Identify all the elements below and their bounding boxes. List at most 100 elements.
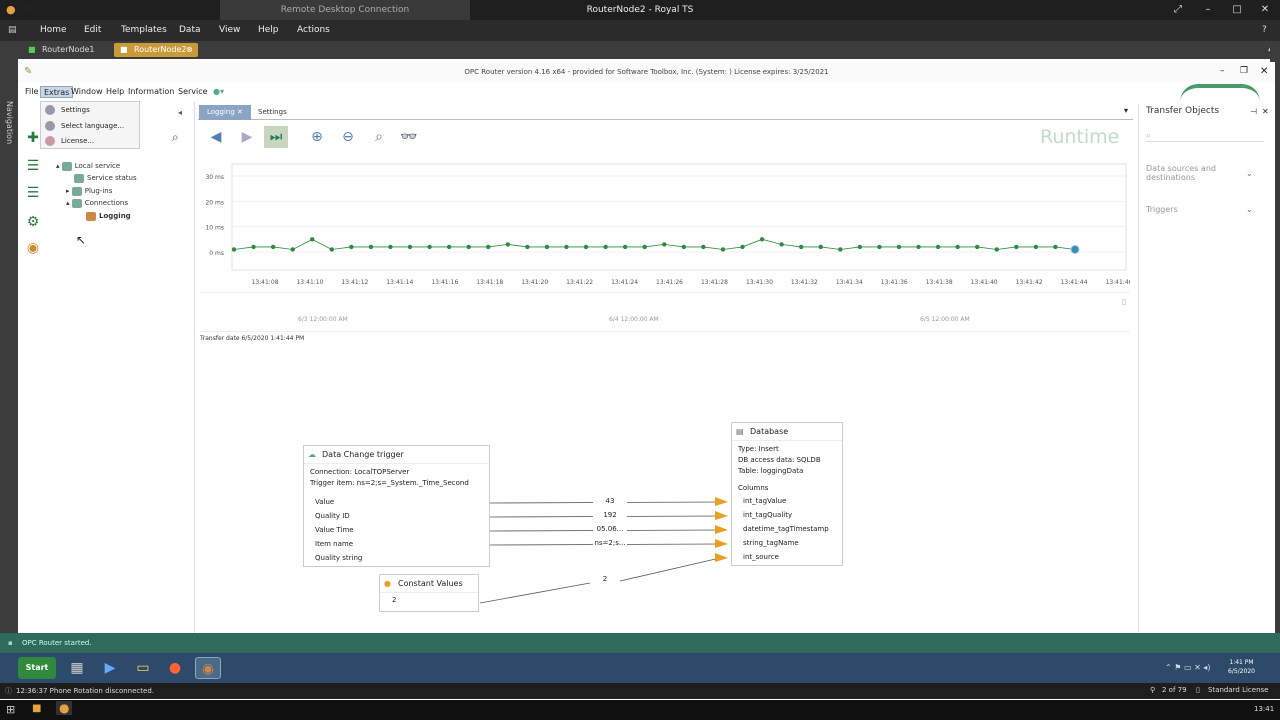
chart-point[interactable] [740, 244, 745, 250]
menu-item-settings[interactable]: Settings [41, 103, 141, 118]
collapse-sidebar-icon[interactable]: ◂ [178, 108, 182, 117]
zoom-fit-icon[interactable]: ⌕ [367, 126, 391, 148]
tab-close-icon[interactable]: ✕ [237, 108, 243, 116]
panel-close-icon[interactable]: ✕ [1262, 107, 1269, 116]
section-triggers[interactable]: Triggers [1146, 205, 1178, 214]
chart-point[interactable] [818, 244, 823, 250]
chart-point[interactable] [701, 244, 706, 250]
pin-icon[interactable]: ⊣ [1250, 107, 1257, 116]
chart-point[interactable] [975, 244, 980, 250]
chart-point[interactable] [251, 244, 256, 250]
windows-start-icon[interactable]: ⊞ [6, 703, 15, 716]
link-value[interactable]: 05.06... [593, 525, 627, 535]
save-icon[interactable]: ▣ [24, 0, 34, 13]
chart-point[interactable] [290, 247, 295, 252]
constant-value[interactable]: 2 [380, 593, 478, 607]
chart-point[interactable] [446, 244, 452, 250]
menu-home[interactable]: Home [40, 20, 67, 41]
opc-menu-window[interactable]: Window [68, 86, 106, 98]
timeline-handle-icon[interactable]: ▯ [1122, 297, 1126, 306]
tree-local-service[interactable]: ▴ Local service [56, 160, 120, 172]
chart-point[interactable] [857, 244, 863, 250]
menu-actions[interactable]: Actions [297, 20, 330, 41]
chart-point[interactable] [466, 244, 471, 250]
next-button[interactable]: ▶ [235, 126, 259, 148]
menu-edit[interactable]: Edit [84, 20, 101, 41]
service-status-icon[interactable]: ●▾ [210, 86, 227, 98]
db-column[interactable]: int_tagQuality [743, 508, 842, 522]
menu-item-license[interactable]: License... [41, 134, 141, 149]
chart-point[interactable] [1014, 244, 1019, 250]
link-value[interactable]: 43 [593, 497, 627, 507]
tree-connections[interactable]: ▴ Connections [66, 197, 128, 209]
chart-point[interactable] [368, 244, 374, 250]
tab-list-icon[interactable]: ▾ [1124, 106, 1128, 115]
chart-point[interactable] [896, 244, 902, 250]
opc-menu-service[interactable]: Service [175, 86, 211, 98]
powershell-icon[interactable]: ▶ [97, 657, 123, 679]
trigger-field[interactable]: Value [315, 495, 489, 509]
tray-icons[interactable]: ⌃ ⚑ ▭ ✕ ◂) [1165, 663, 1210, 672]
chart-point[interactable] [525, 244, 530, 250]
settings-nav-icon[interactable]: ⚙ [22, 214, 44, 232]
menu-view[interactable]: View [219, 20, 240, 41]
chevron-down-icon[interactable]: ⌄ [1246, 169, 1253, 178]
section-data-sources[interactable]: Data sources and destinations [1146, 164, 1241, 182]
trigger-field[interactable]: Quality string [315, 551, 489, 565]
chart-point[interactable] [270, 244, 276, 250]
chart-point[interactable] [955, 244, 960, 250]
trigger-field[interactable]: Quality ID [315, 509, 489, 523]
database-node[interactable]: ▤ Database Type: Insert DB access data: S… [731, 422, 843, 566]
royalts-taskbar-icon[interactable]: ● [56, 701, 73, 715]
go-live-button[interactable]: ⏭ [264, 126, 288, 148]
chevron-down-icon[interactable]: ⌄ [1246, 205, 1253, 214]
zoom-in-icon[interactable]: ⊕ [305, 126, 329, 148]
chart-point[interactable] [720, 247, 726, 252]
chart-point[interactable] [349, 244, 354, 250]
transfer-nav-icon[interactable]: ☰ [22, 185, 44, 203]
tree-plugins[interactable]: ▸ Plug-ins [66, 185, 112, 197]
db-column[interactable]: int_source [743, 550, 842, 564]
constants-node[interactable]: ● Constant Values 2 [379, 574, 479, 612]
chart-point[interactable] [798, 244, 804, 250]
minimize-button[interactable]: – [1193, 0, 1223, 20]
chart-point[interactable] [779, 242, 784, 247]
chart-point[interactable] [622, 244, 628, 250]
new-icon[interactable]: ▢ [44, 0, 54, 13]
opc-close-button[interactable]: ✕ [1260, 66, 1268, 77]
chart-point[interactable] [1033, 244, 1039, 250]
opc-menu-help[interactable]: Help [103, 86, 127, 98]
chart-point[interactable] [935, 244, 941, 250]
help-icon[interactable]: ? [1262, 20, 1267, 41]
system-clock[interactable]: 1:41 PM 6/5/2020 [1228, 658, 1255, 676]
chart-point[interactable] [329, 247, 334, 252]
router-nav-icon[interactable]: ◉ [22, 240, 44, 258]
chart-point[interactable] [1070, 244, 1080, 254]
tree-logging[interactable]: Logging [86, 210, 131, 222]
chart-point[interactable] [759, 237, 765, 242]
chart-point[interactable] [388, 244, 393, 250]
chart-point[interactable] [564, 244, 569, 250]
opc-restore-button[interactable]: ❐ [1240, 66, 1248, 76]
chart-point[interactable] [310, 237, 315, 242]
link-value[interactable]: ns=2;s... [593, 539, 627, 549]
start-button[interactable]: Start [18, 657, 56, 679]
chart-point[interactable] [642, 244, 647, 250]
chart-point[interactable] [916, 244, 921, 250]
chart-point[interactable] [994, 247, 999, 252]
menu-icon[interactable]: ▤ [8, 20, 17, 41]
chart-point[interactable] [838, 247, 843, 252]
menu-help[interactable]: Help [258, 20, 279, 41]
link-value[interactable]: 192 [593, 511, 627, 521]
chart-point[interactable] [681, 244, 687, 250]
connections-nav-icon[interactable]: ☰ [22, 158, 44, 176]
chart-point[interactable] [231, 247, 237, 252]
trigger-field[interactable]: Value Time [315, 523, 489, 537]
zoom-out-icon[interactable]: ⊖ [336, 126, 360, 148]
chart-point[interactable] [877, 244, 882, 250]
opc-router-taskbar-icon[interactable]: ◉ [195, 657, 221, 679]
db-column[interactable]: datetime_tagTimestamp [743, 522, 842, 536]
transfer-search-input[interactable]: ⌕ [1146, 128, 1264, 142]
fullscreen-icon[interactable]: ⤢ [1163, 0, 1193, 20]
db-column[interactable]: int_tagValue [743, 494, 842, 508]
